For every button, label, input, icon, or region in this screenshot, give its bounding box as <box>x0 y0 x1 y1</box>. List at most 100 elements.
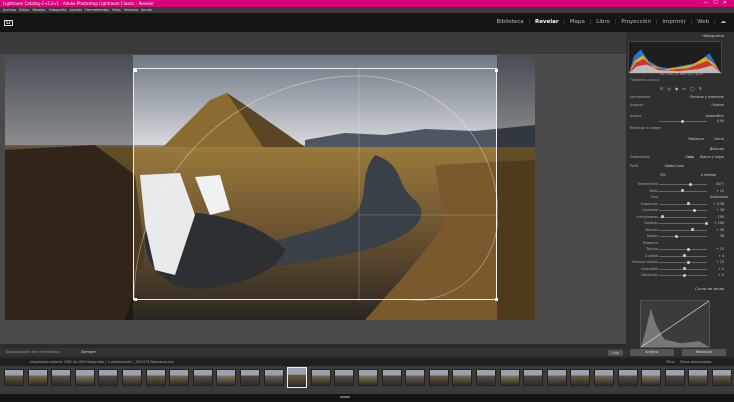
profile-select[interactable]: Adobe Color <box>665 163 684 169</box>
filmstrip-thumbnail[interactable] <box>263 369 284 386</box>
filmstrip-thumbnail[interactable] <box>169 369 190 386</box>
crop-handle-br[interactable] <box>495 298 498 301</box>
filmstrip-thumbnail[interactable] <box>688 369 709 386</box>
done-button[interactable]: Listo <box>608 350 623 356</box>
basic-value[interactable]: - 38 <box>710 234 724 238</box>
menu-vista[interactable]: Vista <box>112 8 121 12</box>
filmstrip-source[interactable]: Importación anterior 2562 de 2659 fotogr… <box>30 360 174 364</box>
brush-icon[interactable]: ✎ <box>699 86 706 91</box>
radial-icon[interactable]: ◯ <box>690 86 698 91</box>
module-proyeccion[interactable]: Proyección <box>621 19 651 25</box>
menu-ajustes[interactable]: Ajustes <box>69 8 82 12</box>
close-button[interactable]: ✕ <box>723 0 732 6</box>
filmstrip[interactable] <box>0 366 734 394</box>
menu-archivo[interactable]: Archivo <box>3 8 16 12</box>
menu-ventana[interactable]: Ventana <box>124 8 138 12</box>
filmstrip-thumbnail[interactable] <box>523 369 544 386</box>
aspect-select[interactable]: Original <box>712 102 724 108</box>
cloud-icon[interactable]: ☁ <box>721 19 727 25</box>
filmstrip-thumbnail[interactable] <box>499 369 520 386</box>
filmstrip-thumbnail[interactable] <box>4 369 24 386</box>
basic-slider-thumb[interactable] <box>689 182 692 186</box>
filmstrip-thumbnail[interactable] <box>287 367 308 388</box>
filmstrip-thumbnail[interactable] <box>641 369 662 386</box>
module-revelar[interactable]: Revelar <box>535 19 559 25</box>
basic-value[interactable]: + 38 <box>710 208 724 212</box>
filmstrip-thumbnail[interactable] <box>452 369 473 386</box>
basic-value[interactable]: + 10 <box>710 189 724 193</box>
menu-fotografia[interactable]: Fotografía <box>49 8 67 12</box>
filmstrip-thumbnail[interactable] <box>712 369 732 386</box>
basic-value[interactable]: + 0,36 <box>710 202 724 206</box>
filmstrip-thumbnail[interactable] <box>216 369 237 386</box>
wb-select[interactable]: A medida <box>701 172 716 178</box>
basic-slider[interactable] <box>659 189 707 192</box>
tone-curve-graph[interactable] <box>640 300 710 348</box>
histogram-header[interactable]: Histograma <box>626 33 728 39</box>
bottom-panel-toggle[interactable] <box>340 396 350 398</box>
basic-slider-thumb[interactable] <box>687 247 690 251</box>
module-web[interactable]: Web <box>697 19 709 25</box>
filmstrip-thumbnail[interactable] <box>334 369 355 386</box>
basic-slider[interactable] <box>659 202 707 205</box>
angle-slider[interactable] <box>659 119 707 123</box>
filmstrip-thumbnail[interactable] <box>381 369 402 386</box>
filmstrip-thumbnail[interactable] <box>240 369 260 386</box>
filmstrip-thumbnail[interactable] <box>405 369 426 386</box>
filmstrip-thumbnail[interactable] <box>664 369 685 386</box>
crop-handle-tr[interactable] <box>495 69 498 72</box>
filmstrip-thumbnail[interactable] <box>51 369 72 386</box>
reset-button[interactable]: Restaurar <box>682 349 726 356</box>
crop-close-button[interactable]: Cerrar <box>714 136 724 142</box>
previous-button[interactable]: Anterior <box>630 349 674 356</box>
menu-herramientas[interactable]: Herramientas <box>85 8 109 12</box>
treatment-bw[interactable]: Blanco y negro <box>700 154 724 160</box>
basic-slider-thumb[interactable] <box>683 267 686 270</box>
filmstrip-thumbnail[interactable] <box>546 369 567 386</box>
menu-editar[interactable]: Editar <box>19 8 29 12</box>
basic-slider-thumb[interactable] <box>661 215 664 218</box>
filmstrip-thumbnail[interactable] <box>476 369 496 386</box>
gradient-icon[interactable]: ▭ <box>682 86 690 91</box>
basic-value[interactable]: Automático <box>710 195 728 199</box>
basic-slider[interactable] <box>659 260 707 264</box>
basic-slider-thumb[interactable] <box>687 260 690 264</box>
filmstrip-thumbnail[interactable] <box>594 369 614 386</box>
basic-header[interactable]: Básicos <box>626 146 728 152</box>
basic-value[interactable]: + 0 <box>710 254 724 258</box>
basic-slider-thumb[interactable] <box>687 202 690 205</box>
module-libro[interactable]: Libro <box>596 19 610 25</box>
menu-ayuda[interactable]: Ayuda <box>141 8 152 12</box>
tool-overlay-select[interactable]: Siempre <box>81 350 96 354</box>
basic-value[interactable]: + 0 <box>710 267 724 271</box>
crop-handle-bl[interactable] <box>134 298 137 301</box>
menu-revelar[interactable]: Revelar <box>32 8 45 12</box>
filmstrip-thumbnail[interactable] <box>145 369 166 386</box>
basic-value[interactable]: + 36 <box>710 228 724 232</box>
basic-value[interactable]: + 13 <box>710 260 724 264</box>
basic-slider-thumb[interactable] <box>683 273 686 277</box>
spot-removal-icon[interactable]: ◎ <box>667 86 675 91</box>
basic-slider[interactable] <box>659 182 707 186</box>
filmstrip-thumbnail[interactable] <box>570 369 591 386</box>
filmstrip-thumbnail[interactable] <box>428 369 449 386</box>
basic-value[interactable]: - 100 <box>710 215 724 219</box>
basic-slider[interactable] <box>659 254 707 257</box>
basic-slider-thumb[interactable] <box>691 228 694 231</box>
basic-slider-thumb[interactable] <box>693 208 696 212</box>
basic-value[interactable]: 4577 <box>710 182 724 186</box>
basic-slider-thumb[interactable] <box>675 234 678 238</box>
basic-slider[interactable] <box>659 215 707 218</box>
basic-slider-thumb[interactable] <box>681 189 684 192</box>
basic-value[interactable]: + 100 <box>710 221 724 225</box>
filmstrip-thumbnail[interactable] <box>617 369 638 386</box>
filmstrip-thumbnail[interactable] <box>122 369 142 386</box>
maximize-button[interactable]: ☐ <box>713 0 722 6</box>
basic-slider-thumb[interactable] <box>705 221 708 225</box>
module-imprimir[interactable]: Imprimir <box>662 19 685 25</box>
basic-slider-thumb[interactable] <box>683 254 686 257</box>
crop-reset-button[interactable]: Restaurar <box>689 136 705 142</box>
basic-slider[interactable] <box>659 234 707 238</box>
crop-handle-tl[interactable] <box>134 69 137 72</box>
basic-slider[interactable] <box>659 208 707 212</box>
